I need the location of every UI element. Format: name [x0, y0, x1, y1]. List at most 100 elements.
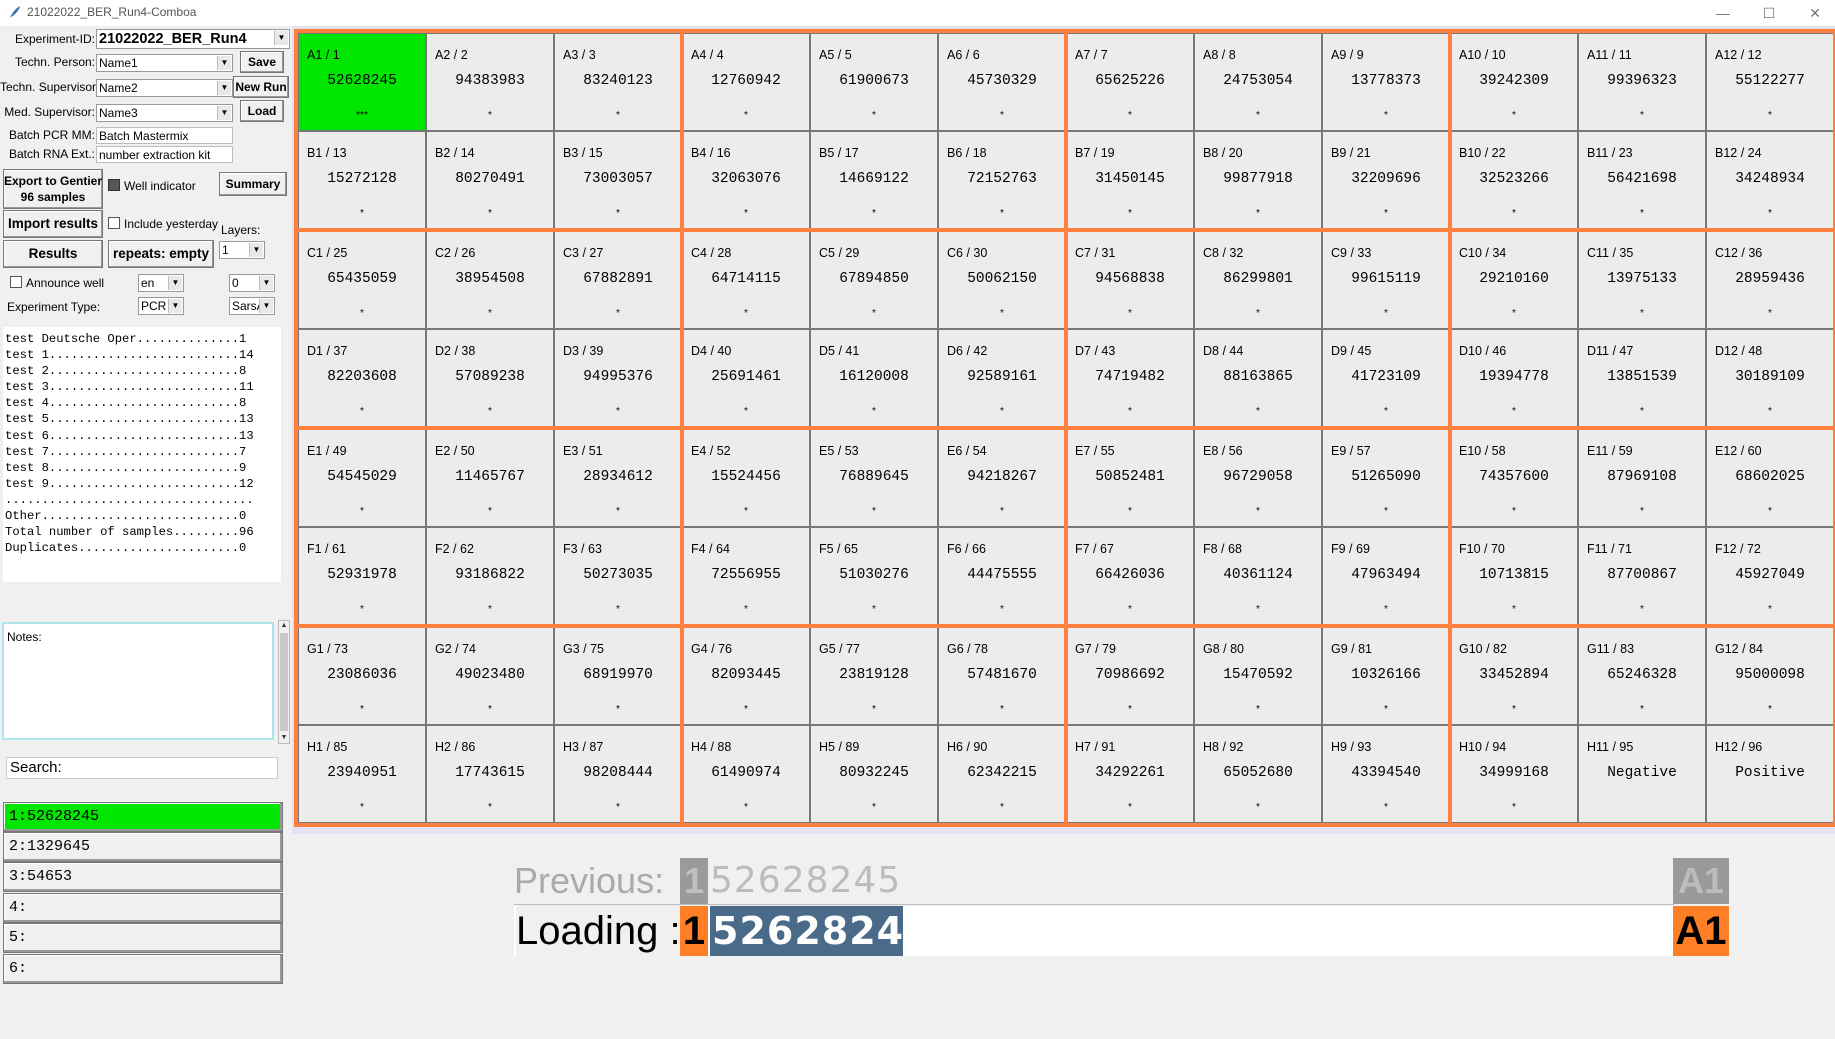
well-H3[interactable]: H3 / 87 98208444 *	[554, 725, 682, 823]
chevron-down-icon[interactable]: ▼	[217, 81, 231, 95]
history-item[interactable]: 1:52628245	[3, 802, 283, 832]
well-B6[interactable]: B6 / 18 72152763 *	[938, 131, 1066, 229]
history-item[interactable]: 3:54653	[3, 862, 283, 892]
well-G3[interactable]: G3 / 75 68919970 *	[554, 627, 682, 725]
well-C2[interactable]: C2 / 26 38954508 *	[426, 231, 554, 329]
well-B11[interactable]: B11 / 23 56421698 *	[1578, 131, 1706, 229]
checkbox-checked-icon[interactable]	[108, 179, 120, 191]
well-B4[interactable]: B4 / 16 32063076 *	[682, 131, 810, 229]
well-A7[interactable]: A7 / 7 65625226 *	[1066, 33, 1194, 131]
well-D9[interactable]: D9 / 45 41723109 *	[1322, 329, 1450, 427]
well-E12[interactable]: E12 / 60 68602025 *	[1706, 429, 1834, 527]
scrollbar-thumb[interactable]	[280, 633, 288, 731]
well-D1[interactable]: D1 / 37 82203608 *	[298, 329, 426, 427]
checkbox-icon[interactable]	[10, 276, 22, 288]
well-D12[interactable]: D12 / 48 30189109 *	[1706, 329, 1834, 427]
maximize-button[interactable]: ☐	[1746, 0, 1792, 26]
history-item[interactable]: 4:	[3, 893, 283, 923]
summary-button[interactable]: Summary	[219, 172, 287, 196]
well-H5[interactable]: H5 / 89 80932245 *	[810, 725, 938, 823]
search-input[interactable]: Search:	[6, 757, 278, 779]
well-A5[interactable]: A5 / 5 61900673 *	[810, 33, 938, 131]
well-A2[interactable]: A2 / 2 94383983 *	[426, 33, 554, 131]
well-C1[interactable]: C1 / 25 65435059 *	[298, 231, 426, 329]
well-B7[interactable]: B7 / 19 31450145 *	[1066, 131, 1194, 229]
well-A8[interactable]: A8 / 8 24753054 *	[1194, 33, 1322, 131]
save-button[interactable]: Save	[240, 51, 284, 73]
well-C3[interactable]: C3 / 27 67882891 *	[554, 231, 682, 329]
chevron-down-icon[interactable]: ▼	[168, 299, 182, 313]
language-combo[interactable]: en ▼	[138, 274, 184, 292]
layers-combo[interactable]: 1 ▼	[219, 241, 265, 259]
results-button[interactable]: Results	[3, 240, 103, 268]
well-A9[interactable]: A9 / 9 13778373 *	[1322, 33, 1450, 131]
well-E5[interactable]: E5 / 53 76889645 *	[810, 429, 938, 527]
techn-supervisor-combo[interactable]: Name2 ▼	[96, 79, 233, 97]
med-supervisor-combo[interactable]: Name3 ▼	[96, 104, 233, 122]
well-C7[interactable]: C7 / 31 94568838 *	[1066, 231, 1194, 329]
well-H6[interactable]: H6 / 90 62342215 *	[938, 725, 1066, 823]
export-gentier-button[interactable]: Export to Gentier 96 samples	[3, 169, 103, 209]
well-A12[interactable]: A12 / 12 55122277 *	[1706, 33, 1834, 131]
well-G7[interactable]: G7 / 79 70986692 *	[1066, 627, 1194, 725]
well-H1[interactable]: H1 / 85 23940951 *	[298, 725, 426, 823]
well-D4[interactable]: D4 / 40 25691461 *	[682, 329, 810, 427]
well-B1[interactable]: B1 / 13 15272128 *	[298, 131, 426, 229]
history-item[interactable]: 6:	[3, 954, 283, 984]
well-F8[interactable]: F8 / 68 40361124 *	[1194, 527, 1322, 625]
notes-textarea[interactable]: Notes:	[2, 622, 274, 740]
well-D11[interactable]: D11 / 47 13851539 *	[1578, 329, 1706, 427]
import-results-button[interactable]: Import results	[3, 210, 103, 238]
well-F1[interactable]: F1 / 61 52931978 *	[298, 527, 426, 625]
well-B3[interactable]: B3 / 15 73003057 *	[554, 131, 682, 229]
repeats-button[interactable]: repeats: empty	[108, 240, 214, 268]
batch-pcr-input[interactable]: Batch Mastermix	[96, 127, 233, 144]
well-A3[interactable]: A3 / 3 83240123 *	[554, 33, 682, 131]
well-D10[interactable]: D10 / 46 19394778 *	[1450, 329, 1578, 427]
scroll-up-icon[interactable]: ▲	[279, 621, 289, 631]
well-A11[interactable]: A11 / 11 99396323 *	[1578, 33, 1706, 131]
well-C5[interactable]: C5 / 29 67894850 *	[810, 231, 938, 329]
notes-scrollbar[interactable]: ▲ ▼	[278, 620, 290, 744]
well-F9[interactable]: F9 / 69 47963494 *	[1322, 527, 1450, 625]
well-A1[interactable]: A1 / 1 52628245 ***	[298, 33, 426, 131]
well-B8[interactable]: B8 / 20 99877918 *	[1194, 131, 1322, 229]
well-F3[interactable]: F3 / 63 50273035 *	[554, 527, 682, 625]
chevron-down-icon[interactable]: ▼	[274, 31, 288, 45]
new-run-button[interactable]: New Run	[233, 76, 289, 98]
well-E9[interactable]: E9 / 57 51265090 *	[1322, 429, 1450, 527]
load-button[interactable]: Load	[240, 100, 284, 122]
well-D5[interactable]: D5 / 41 16120008 *	[810, 329, 938, 427]
scroll-down-icon[interactable]: ▼	[279, 733, 289, 743]
well-D8[interactable]: D8 / 44 88163865 *	[1194, 329, 1322, 427]
well-D2[interactable]: D2 / 38 57089238 *	[426, 329, 554, 427]
chevron-down-icon[interactable]: ▼	[217, 106, 231, 120]
well-A10[interactable]: A10 / 10 39242309 *	[1450, 33, 1578, 131]
well-G8[interactable]: G8 / 80 15470592 *	[1194, 627, 1322, 725]
well-G6[interactable]: G6 / 78 57481670 *	[938, 627, 1066, 725]
well-B5[interactable]: B5 / 17 14669122 *	[810, 131, 938, 229]
checkbox-icon[interactable]	[108, 217, 120, 229]
well-H8[interactable]: H8 / 92 65052680 *	[1194, 725, 1322, 823]
assay-combo[interactable]: SarsA ▼	[229, 297, 275, 315]
well-D3[interactable]: D3 / 39 94995376 *	[554, 329, 682, 427]
batch-rna-input[interactable]: number extraction kit	[96, 146, 233, 163]
well-H11[interactable]: H11 / 95 Negative	[1578, 725, 1706, 823]
well-G9[interactable]: G9 / 81 10326166 *	[1322, 627, 1450, 725]
chevron-down-icon[interactable]: ▼	[217, 56, 231, 70]
well-G1[interactable]: G1 / 73 23086036 *	[298, 627, 426, 725]
chevron-down-icon[interactable]: ▼	[249, 243, 263, 257]
well-A6[interactable]: A6 / 6 45730329 *	[938, 33, 1066, 131]
well-F5[interactable]: F5 / 65 51030276 *	[810, 527, 938, 625]
well-indicator-checkbox[interactable]: Well indicator	[108, 179, 196, 193]
well-H12[interactable]: H12 / 96 Positive	[1706, 725, 1834, 823]
well-E2[interactable]: E2 / 50 11465767 *	[426, 429, 554, 527]
chevron-down-icon[interactable]: ▼	[259, 299, 273, 313]
well-D7[interactable]: D7 / 43 74719482 *	[1066, 329, 1194, 427]
close-button[interactable]: ✕	[1792, 0, 1835, 26]
well-C10[interactable]: C10 / 34 29210160 *	[1450, 231, 1578, 329]
well-C11[interactable]: C11 / 35 13975133 *	[1578, 231, 1706, 329]
chevron-down-icon[interactable]: ▼	[168, 276, 182, 290]
well-B2[interactable]: B2 / 14 80270491 *	[426, 131, 554, 229]
well-D6[interactable]: D6 / 42 92589161 *	[938, 329, 1066, 427]
